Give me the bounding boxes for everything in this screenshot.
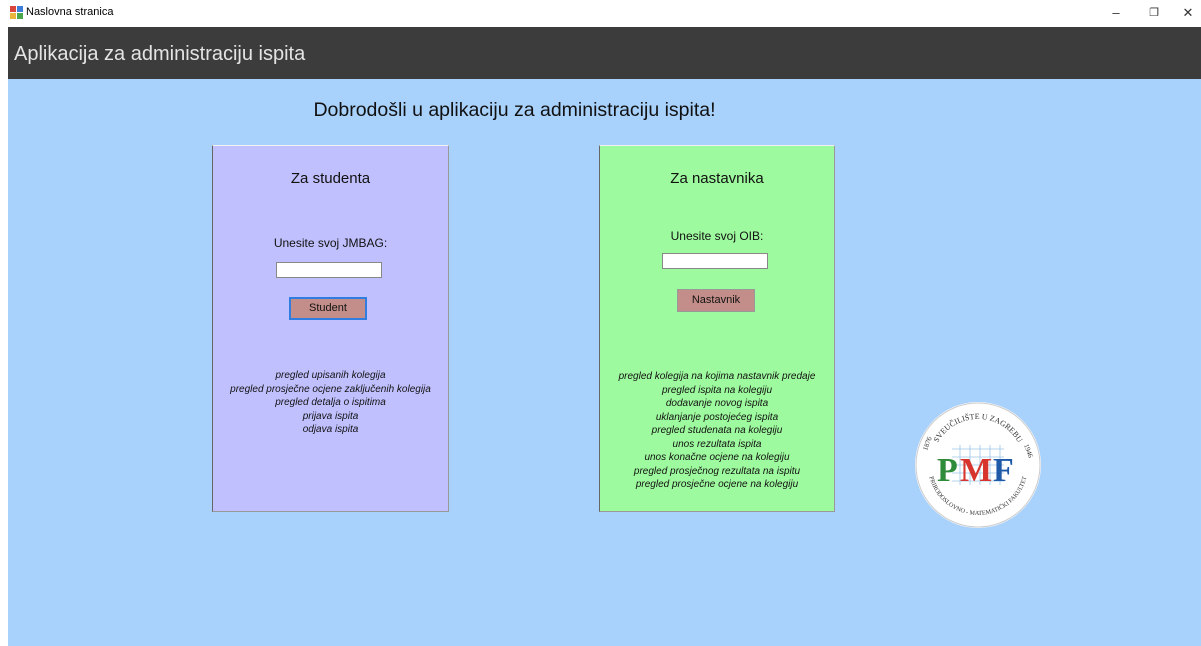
student-features: pregled upisanih kolegija pregled prosje… — [213, 369, 448, 437]
student-panel: Za studenta Unesite svoj JMBAG: Student … — [212, 145, 449, 512]
list-item: uklanjanje postojećeg ispita — [655, 411, 779, 423]
list-item: pregled ispita na kolegiju — [661, 384, 773, 396]
minimize-button[interactable]: – — [1102, 4, 1130, 22]
list-item: pregled kolegija na kojima nastavnik pre… — [618, 371, 816, 382]
oib-input[interactable] — [662, 253, 768, 269]
jmbag-label: Unesite svoj JMBAG: — [273, 236, 388, 250]
logo-letter-m: M — [960, 452, 992, 489]
pmf-logo: P M F SVEUČILIŠTE U ZAGREBU PRIRODOSLOVN… — [915, 402, 1041, 528]
list-item: pregled studenata na kolegiju — [651, 425, 783, 436]
teacher-panel-title: Za nastavnika — [670, 170, 764, 187]
welcome-heading: Dobrodošli u aplikaciju za administracij… — [313, 99, 716, 121]
main-area: Dobrodošli u aplikaciju za administracij… — [8, 79, 1201, 646]
window-title: Naslovna stranica — [26, 6, 114, 18]
list-item: unos konačne ocjene na kolegiju — [644, 452, 790, 463]
list-item: pregled prosječnog rezultata na ispitu — [633, 465, 801, 477]
maximize-button[interactable]: ❐ — [1140, 4, 1168, 22]
list-item: prijava ispita — [302, 410, 359, 422]
teacher-features: pregled kolegija na kojima nastavnik pre… — [600, 370, 834, 492]
list-item: odjava ispita — [302, 424, 359, 435]
student-button[interactable]: Student — [289, 297, 367, 320]
teacher-button[interactable]: Nastavnik — [677, 289, 755, 312]
list-item: unos rezultata ispita — [672, 438, 762, 450]
window-titlebar: Naslovna stranica – ❐ ✕ — [0, 0, 1201, 27]
list-item: pregled upisanih kolegija — [275, 370, 386, 381]
logo-letter-f: F — [993, 452, 1014, 489]
jmbag-input[interactable] — [276, 262, 382, 278]
teacher-panel: Za nastavnika Unesite svoj OIB: Nastavni… — [599, 145, 835, 512]
oib-label: Unesite svoj OIB: — [670, 229, 764, 243]
list-item: pregled prosječne ocjene zaključenih kol… — [230, 383, 431, 395]
close-button[interactable]: ✕ — [1174, 4, 1201, 22]
app-header: Aplikacija za administraciju ispita — [8, 27, 1201, 79]
app-title: Aplikacija za administraciju ispita — [14, 43, 306, 65]
list-item: dodavanje novog ispita — [665, 398, 769, 409]
student-panel-title: Za studenta — [290, 170, 371, 187]
app-icon — [10, 6, 23, 19]
logo-letter-p: P — [937, 452, 958, 489]
list-item: pregled prosječne ocjene na kolegiju — [635, 479, 799, 490]
list-item: pregled detalja o ispitima — [275, 397, 386, 408]
